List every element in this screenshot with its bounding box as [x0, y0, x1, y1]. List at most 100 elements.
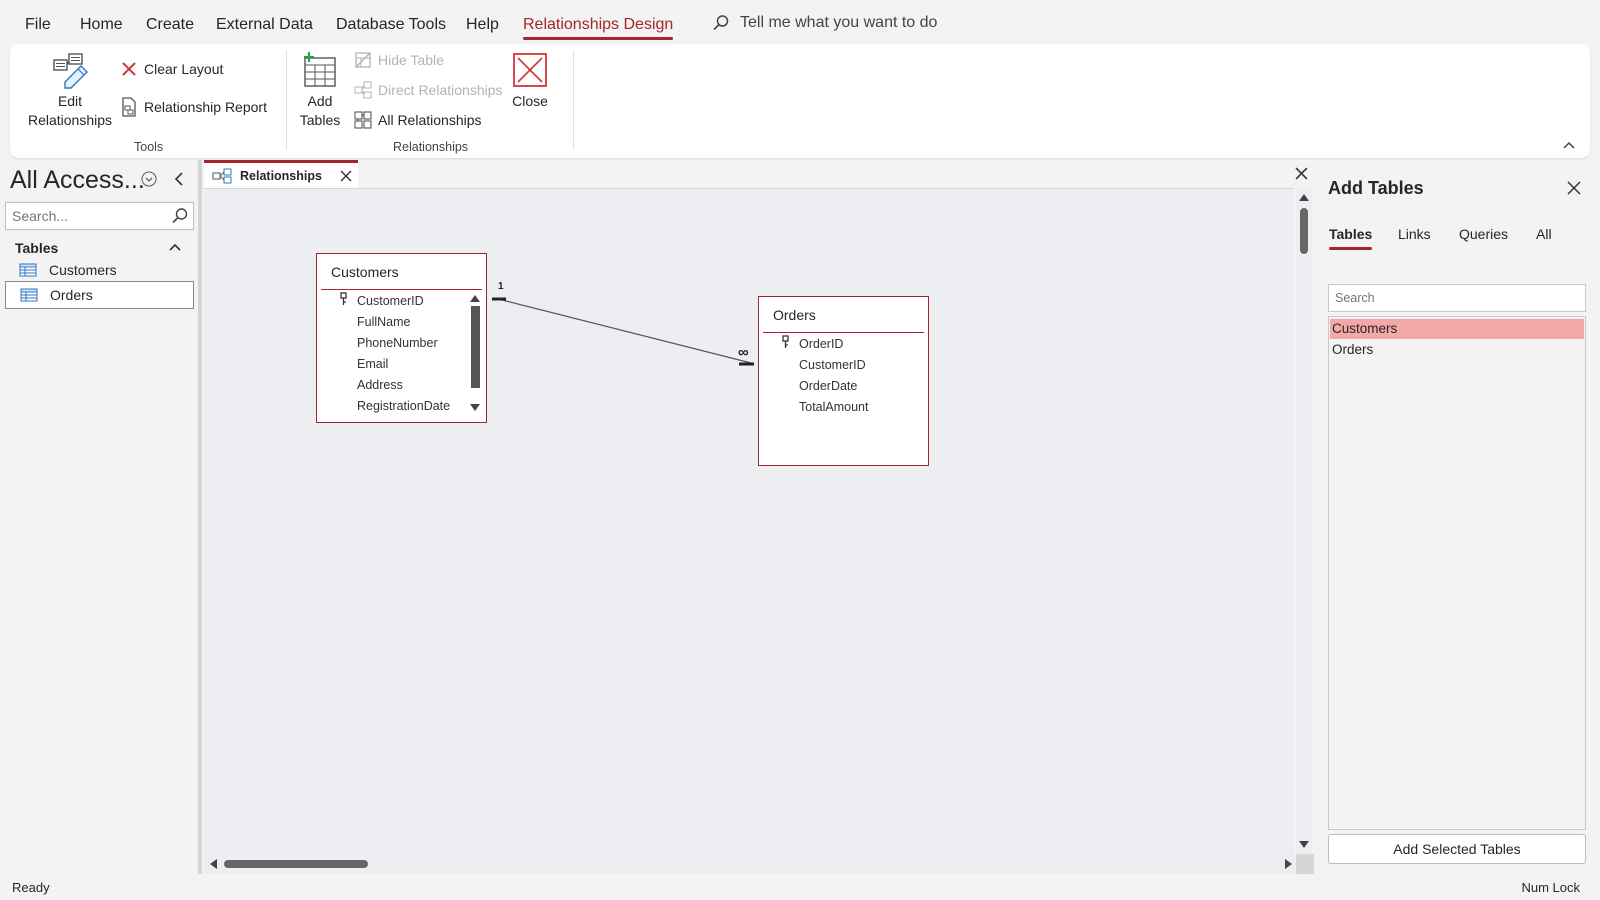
relationships-canvas[interactable]: 1 ∞ Customers CustomerID FullName PhoneN… [204, 188, 1294, 854]
chevron-up-icon[interactable] [168, 242, 182, 252]
menu-external-data[interactable]: External Data [216, 16, 313, 34]
table-box-orders[interactable]: Orders OrderID CustomerID OrderDate Tota… [758, 296, 929, 466]
all-relationships-icon [354, 111, 372, 129]
table-icon [19, 263, 37, 277]
nav-search-input[interactable] [12, 208, 162, 224]
tab-queries[interactable]: Queries [1459, 226, 1508, 242]
menu-relationships-design[interactable]: Relationships Design [523, 16, 674, 40]
tell-me-text: Tell me what you want to do [740, 14, 938, 31]
tab-relationships[interactable]: Relationships [204, 160, 358, 188]
edit-relationships-icon [53, 53, 88, 89]
relationship-line[interactable] [493, 297, 752, 364]
list-item-orders[interactable]: Orders [1330, 340, 1584, 360]
field-email[interactable]: Email [357, 357, 388, 371]
nav-menu-dropdown-icon[interactable] [141, 171, 157, 187]
table-box-title[interactable]: Orders [763, 297, 924, 333]
nav-title[interactable]: All Access... [10, 166, 145, 195]
table-icon [20, 288, 38, 302]
tab-all[interactable]: All [1536, 226, 1552, 242]
direct-relationships-button[interactable]: Direct Relationships [354, 81, 503, 99]
field-address[interactable]: Address [357, 378, 403, 392]
hide-table-icon [355, 52, 371, 68]
canvas-horizontal-scrollbar[interactable] [204, 854, 1314, 874]
collapse-nav-icon[interactable] [172, 171, 186, 187]
status-bar: Ready Num Lock [0, 874, 1600, 900]
add-selected-tables-button[interactable]: Add Selected Tables [1328, 834, 1586, 864]
scroll-corner [1296, 854, 1314, 874]
add-tables-label-2: Tables [299, 112, 341, 128]
add-tables-search-box[interactable] [1328, 284, 1586, 312]
scroll-down-arrow[interactable] [470, 404, 480, 411]
close-pane-icon[interactable] [1567, 181, 1581, 195]
nav-search-box[interactable] [5, 202, 194, 230]
tab-relationships-label: Relationships [240, 168, 322, 183]
field-totalamount[interactable]: TotalAmount [799, 400, 868, 414]
menu-create[interactable]: Create [146, 16, 194, 34]
scroll-thumb[interactable] [1300, 208, 1308, 254]
menu-help[interactable]: Help [466, 16, 499, 34]
relationship-one-label: 1 [498, 281, 504, 292]
edit-relationships-button[interactable]: Edit Relationships [24, 52, 116, 130]
close-tab-icon[interactable] [340, 170, 352, 182]
all-relationships-button[interactable]: All Relationships [354, 111, 482, 129]
nav-group-tables[interactable]: Tables [15, 240, 58, 256]
direct-relationships-icon [354, 81, 372, 99]
field-fullname[interactable]: FullName [357, 315, 411, 329]
table-box-customers[interactable]: Customers CustomerID FullName PhoneNumbe… [316, 253, 487, 423]
relationships-tab-icon [212, 168, 232, 183]
field-orderid[interactable]: OrderID [799, 337, 843, 351]
clear-x-icon [122, 62, 136, 76]
add-tables-list: Customers Orders [1328, 316, 1586, 830]
field-phonenumber[interactable]: PhoneNumber [357, 336, 438, 350]
close-button[interactable]: Close [510, 52, 550, 111]
tell-me-search[interactable]: Tell me what you want to do [712, 14, 937, 32]
ribbon: Edit Relationships Clear Layout Relation… [10, 44, 1590, 158]
table-box-title[interactable]: Customers [321, 254, 482, 290]
add-tables-label-1: Add [307, 93, 333, 109]
scroll-thumb[interactable] [471, 306, 480, 388]
nav-pane-splitter[interactable] [198, 160, 202, 874]
menu-file[interactable]: File [25, 16, 51, 34]
close-icon [513, 53, 547, 87]
clear-layout-button[interactable]: Clear Layout [120, 60, 223, 78]
field-customerid[interactable]: CustomerID [799, 358, 866, 372]
edit-relationships-label-2: Relationships [27, 112, 113, 128]
scroll-thumb[interactable] [224, 860, 368, 868]
edit-relationships-label-1: Edit [57, 93, 83, 109]
canvas-vertical-scrollbar[interactable] [1296, 188, 1312, 854]
menu-database-tools[interactable]: Database Tools [336, 16, 446, 34]
document-tab-strip: Relationships [204, 160, 1314, 188]
nav-item-customers[interactable]: Customers [5, 256, 194, 284]
field-customerid[interactable]: CustomerID [357, 294, 424, 308]
field-registrationdate[interactable]: RegistrationDate [357, 399, 450, 413]
add-table-icon [304, 52, 336, 87]
tab-links[interactable]: Links [1398, 226, 1431, 242]
hide-table-label: Hide Table [378, 52, 444, 68]
search-icon [713, 15, 729, 31]
menu-bar: File Home Create External Data Database … [0, 0, 1600, 44]
report-icon [122, 97, 136, 117]
list-item-customers[interactable]: Customers [1330, 319, 1584, 339]
close-document-icon[interactable] [1295, 167, 1308, 180]
relationships-group-label: Relationships [393, 140, 469, 154]
clear-layout-label: Clear Layout [144, 61, 224, 77]
add-tables-button[interactable]: Add Tables [294, 52, 346, 130]
table-scrollbar[interactable] [468, 292, 482, 418]
status-num-lock: Num Lock [1521, 880, 1580, 895]
tab-tables[interactable]: Tables [1329, 226, 1373, 250]
scroll-up-arrow[interactable] [470, 295, 480, 302]
nav-item-orders[interactable]: Orders [5, 281, 194, 309]
hide-table-button[interactable]: Hide Table [354, 51, 444, 69]
add-tables-search-input[interactable] [1335, 291, 1575, 305]
field-orderdate[interactable]: OrderDate [799, 379, 857, 393]
relationship-report-button[interactable]: Relationship Report [120, 97, 267, 117]
menu-home[interactable]: Home [80, 16, 123, 34]
primary-key-icon [340, 292, 347, 305]
primary-key-icon [782, 335, 789, 348]
relationship-report-label: Relationship Report [144, 99, 267, 115]
ribbon-separator [573, 50, 574, 150]
collapse-ribbon-icon[interactable] [1562, 140, 1576, 150]
search-icon[interactable] [171, 207, 189, 225]
add-tables-title: Add Tables [1328, 178, 1424, 198]
nav-item-label: Customers [49, 262, 117, 278]
